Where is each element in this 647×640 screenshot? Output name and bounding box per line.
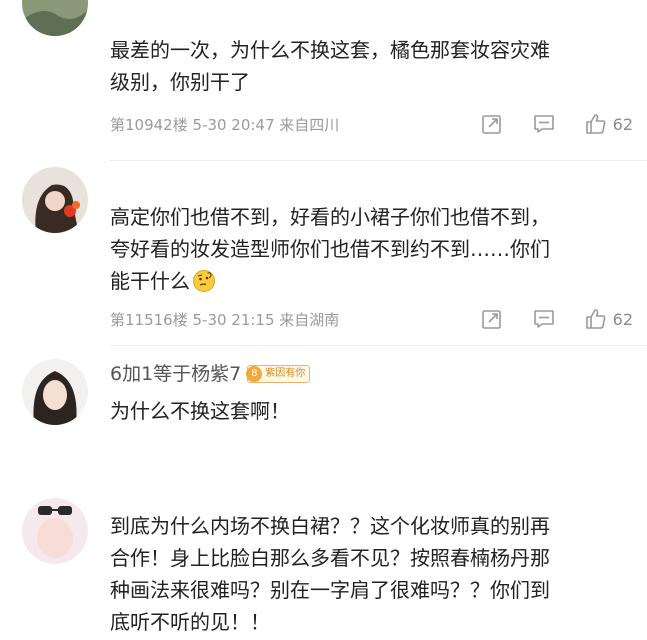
comment-text-segment: 能干什么 (110, 269, 190, 293)
like-count: 62 (612, 114, 633, 134)
avatar-girl-icon[interactable] (22, 167, 88, 233)
comment-meta: 第10942楼 5-30 20:47 来自四川 62 (110, 110, 633, 138)
comment-actions: 62 (451, 308, 633, 330)
comment-text-line: 夸好看的妆发造型师你们也借不到约不到……你们 (110, 237, 550, 261)
like-button[interactable]: 62 (585, 308, 633, 330)
username[interactable]: 6加1等于杨紫7 (110, 361, 241, 387)
comment-text-line: 级别，你别干了 (110, 70, 250, 94)
comment-text-line: 高定你们也借不到，好看的小裙子你们也借不到， (110, 205, 550, 229)
comment-4: 到底为什么内场不换白裙？？这个化妆师真的别再 合作！身上比脸白那么多看不见？按照… (0, 480, 647, 640)
reply-icon[interactable] (533, 113, 555, 135)
comment-text-line: 到底为什么内场不换白裙？？这个化妆师真的别再 (110, 514, 550, 538)
comment-text-line: 合作！身上比脸白那么多看不见？按照春楠杨丹那 (110, 546, 550, 570)
thumbs-up-icon[interactable] (585, 308, 607, 330)
comment-3: 6加1等于杨紫7 8 紫因有你 为什么不换这套啊！ (0, 355, 647, 455)
divider (110, 160, 647, 161)
comment-meta: 第11516楼 5-30 21:15 来自湖南 62 (110, 305, 633, 333)
like-count: 62 (612, 309, 633, 329)
comment-text-line: 种画法来很难吗？别在一字肩了很难吗？？你们到 (110, 578, 550, 602)
floor-time-location: 第10942楼 5-30 20:47 来自四川 (110, 115, 340, 134)
badge-level: 8 (246, 366, 263, 382)
comment-text-line: 为什么不换这套啊！ (110, 399, 290, 423)
like-button[interactable]: 62 (585, 113, 633, 135)
share-icon[interactable] (481, 308, 503, 330)
comment-text-line: 底听不听的见！！ (110, 610, 270, 634)
username-row: 6加1等于杨紫7 8 紫因有你 (110, 361, 627, 387)
comment-1: 最差的一次，为什么不换这套，橘色那套妆容灾难 级别，你别干了 第10942楼 5… (0, 0, 647, 150)
fan-badge[interactable]: 8 紫因有你 (246, 365, 311, 383)
floor-time-location: 第11516楼 5-30 21:15 来自湖南 (110, 310, 340, 329)
avatar-portrait-icon[interactable] (22, 359, 88, 425)
reply-icon[interactable] (533, 308, 555, 330)
comment-text-line: 能干什么 (110, 265, 627, 297)
thumbs-up-icon[interactable] (585, 113, 607, 135)
avatar-sunglasses-icon[interactable] (22, 498, 88, 564)
badge-label: 紫因有你 (265, 368, 306, 379)
thinking-face-icon (192, 269, 216, 293)
comment-text-line: 最差的一次，为什么不换这套，橘色那套妆容灾难 (110, 38, 550, 62)
share-icon[interactable] (481, 113, 503, 135)
avatar-landscape-icon[interactable] (22, 0, 88, 36)
divider (110, 345, 647, 346)
comment-actions: 62 (451, 113, 633, 135)
comment-2: 高定你们也借不到，好看的小裙子你们也借不到， 夸好看的妆发造型师你们也借不到约不… (0, 165, 647, 340)
